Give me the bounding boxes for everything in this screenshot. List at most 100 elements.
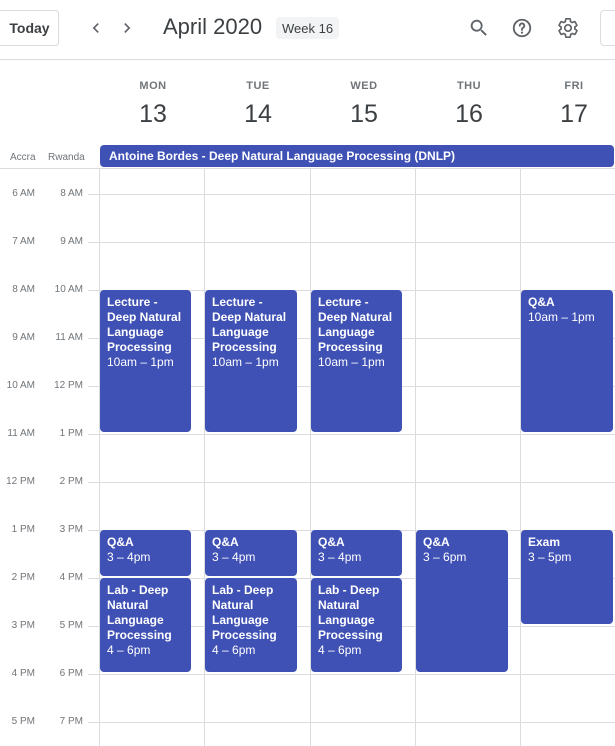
day-number[interactable]: 15 (311, 100, 417, 129)
event-title: Q&A (423, 535, 450, 549)
week-badge: Week 16 (276, 17, 340, 39)
day-number[interactable]: 13 (100, 100, 206, 129)
view-selector-button[interactable] (600, 10, 615, 46)
event-title: Q&A (528, 295, 555, 309)
event-title: Lab - Deep Natural Language Processing (318, 583, 383, 642)
event-qa-mon[interactable]: Q&A 3 – 4pm (100, 530, 191, 576)
day-header-mon[interactable]: MON 13 (100, 60, 206, 144)
event-lab-mon[interactable]: Lab - Deep Natural Language Processing 4… (100, 578, 191, 672)
time-label-accra: 12 PM (6, 476, 35, 487)
allday-event[interactable]: Antoine Bordes - Deep Natural Language P… (100, 145, 614, 167)
event-title: Lecture - Deep Natural Language Processi… (212, 295, 287, 354)
time-label-rwanda: 4 PM (59, 572, 83, 583)
event-qa-thu[interactable]: Q&A 3 – 6pm (416, 530, 508, 672)
event-time: 4 – 6pm (107, 643, 151, 657)
event-time: 4 – 6pm (212, 643, 256, 657)
event-title: Lecture - Deep Natural Language Processi… (318, 295, 393, 354)
time-label-accra: 3 PM (11, 620, 35, 631)
event-time: 10am – 1pm (318, 355, 385, 369)
day-number[interactable]: 14 (205, 100, 311, 129)
time-label-rwanda: 12 PM (54, 380, 83, 391)
settings-icon (558, 18, 578, 39)
time-label-rwanda: 9 AM (60, 236, 83, 247)
time-label-accra: 6 AM (12, 188, 35, 199)
event-time: 3 – 4pm (318, 550, 362, 564)
event-qa-wed[interactable]: Q&A 3 – 4pm (311, 530, 402, 576)
event-lab-wed[interactable]: Lab - Deep Natural Language Processing 4… (311, 578, 402, 672)
previous-week-button[interactable] (82, 14, 110, 42)
time-label-rwanda: 7 PM (59, 716, 83, 727)
day-number[interactable]: 16 (416, 100, 522, 129)
event-time: 3 – 5pm (528, 550, 572, 564)
time-label-rwanda: 8 AM (60, 188, 83, 199)
day-header-wed[interactable]: WED 15 (311, 60, 417, 144)
next-week-button[interactable] (113, 14, 141, 42)
day-header-tue[interactable]: TUE 14 (205, 60, 311, 144)
grid-divider (520, 169, 521, 746)
time-label-accra: 10 AM (6, 380, 35, 391)
time-label-rwanda: 11 AM (55, 332, 83, 343)
time-label-accra: 4 PM (11, 668, 35, 679)
event-time: 10am – 1pm (528, 310, 595, 324)
event-lab-tue[interactable]: Lab - Deep Natural Language Processing 4… (205, 578, 297, 672)
time-label-rwanda: 10 AM (54, 284, 83, 295)
time-label-rwanda: 6 PM (59, 668, 83, 679)
search-button[interactable] (465, 14, 493, 42)
event-qa-tue[interactable]: Q&A 3 – 4pm (205, 530, 297, 576)
event-qa-fri[interactable]: Q&A 10am – 1pm (521, 290, 613, 432)
day-name: THU (456, 80, 482, 92)
chevron-left-icon (92, 23, 99, 33)
hour-line (88, 722, 615, 723)
time-label-accra: 7 AM (12, 236, 35, 247)
timezone-label-rwanda: Rwanda (48, 152, 85, 163)
hour-line (88, 434, 615, 435)
help-button[interactable] (508, 14, 536, 42)
day-name: WED (350, 80, 378, 92)
event-title: Lab - Deep Natural Language Processing (212, 583, 277, 642)
event-lecture-wed[interactable]: Lecture - Deep Natural Language Processi… (311, 290, 402, 432)
hour-line (88, 674, 615, 675)
hour-line (88, 482, 615, 483)
time-label-accra: 8 AM (12, 284, 35, 295)
day-header-fri[interactable]: FRI 17 (521, 60, 615, 144)
event-lecture-mon[interactable]: Lecture - Deep Natural Language Processi… (100, 290, 191, 432)
event-title: Exam (528, 535, 561, 549)
day-name: TUE (246, 80, 270, 92)
time-label-rwanda: 3 PM (59, 524, 83, 535)
help-icon (512, 18, 532, 38)
time-label-rwanda: 5 PM (59, 620, 83, 631)
event-time: 3 – 4pm (107, 550, 151, 564)
settings-button[interactable] (554, 14, 582, 42)
day-name: FRI (564, 80, 584, 92)
time-label-accra: 5 PM (11, 716, 35, 727)
hour-line (88, 242, 615, 243)
event-lecture-tue[interactable]: Lecture - Deep Natural Language Processi… (205, 290, 297, 432)
time-label-accra: 2 PM (11, 572, 35, 583)
event-time: 3 – 6pm (423, 550, 467, 564)
day-name: MON (139, 80, 167, 92)
event-time: 10am – 1pm (107, 355, 174, 369)
time-label-accra: 9 AM (12, 332, 35, 343)
event-title: Lecture - Deep Natural Language Processi… (107, 295, 182, 354)
day-header-thu[interactable]: THU 16 (416, 60, 522, 144)
today-button[interactable]: Today (0, 10, 59, 46)
event-title: Lab - Deep Natural Language Processing (107, 583, 172, 642)
time-label-accra: 1 PM (11, 524, 35, 535)
time-label-accra: 11 AM (7, 428, 35, 439)
event-title: Q&A (212, 535, 239, 549)
search-icon (470, 19, 487, 36)
event-title: Q&A (318, 535, 345, 549)
month-title: April 2020 (163, 14, 263, 39)
event-time: 4 – 6pm (318, 643, 362, 657)
timezone-label-accra: Accra (10, 152, 36, 163)
event-time: 10am – 1pm (212, 355, 279, 369)
event-title: Q&A (107, 535, 134, 549)
event-time: 3 – 4pm (212, 550, 256, 564)
hour-line (88, 194, 615, 195)
time-label-rwanda: 1 PM (59, 428, 83, 439)
event-exam-fri[interactable]: Exam 3 – 5pm (521, 530, 613, 624)
time-label-rwanda: 2 PM (59, 476, 83, 487)
calendar-header: Today April 2020 Week 16 (0, 0, 615, 60)
time-grid: 6 AM 8 AM 7 AM 9 AM 8 AM 10 AM 9 AM 11 A… (0, 168, 615, 746)
day-number[interactable]: 17 (521, 100, 615, 129)
